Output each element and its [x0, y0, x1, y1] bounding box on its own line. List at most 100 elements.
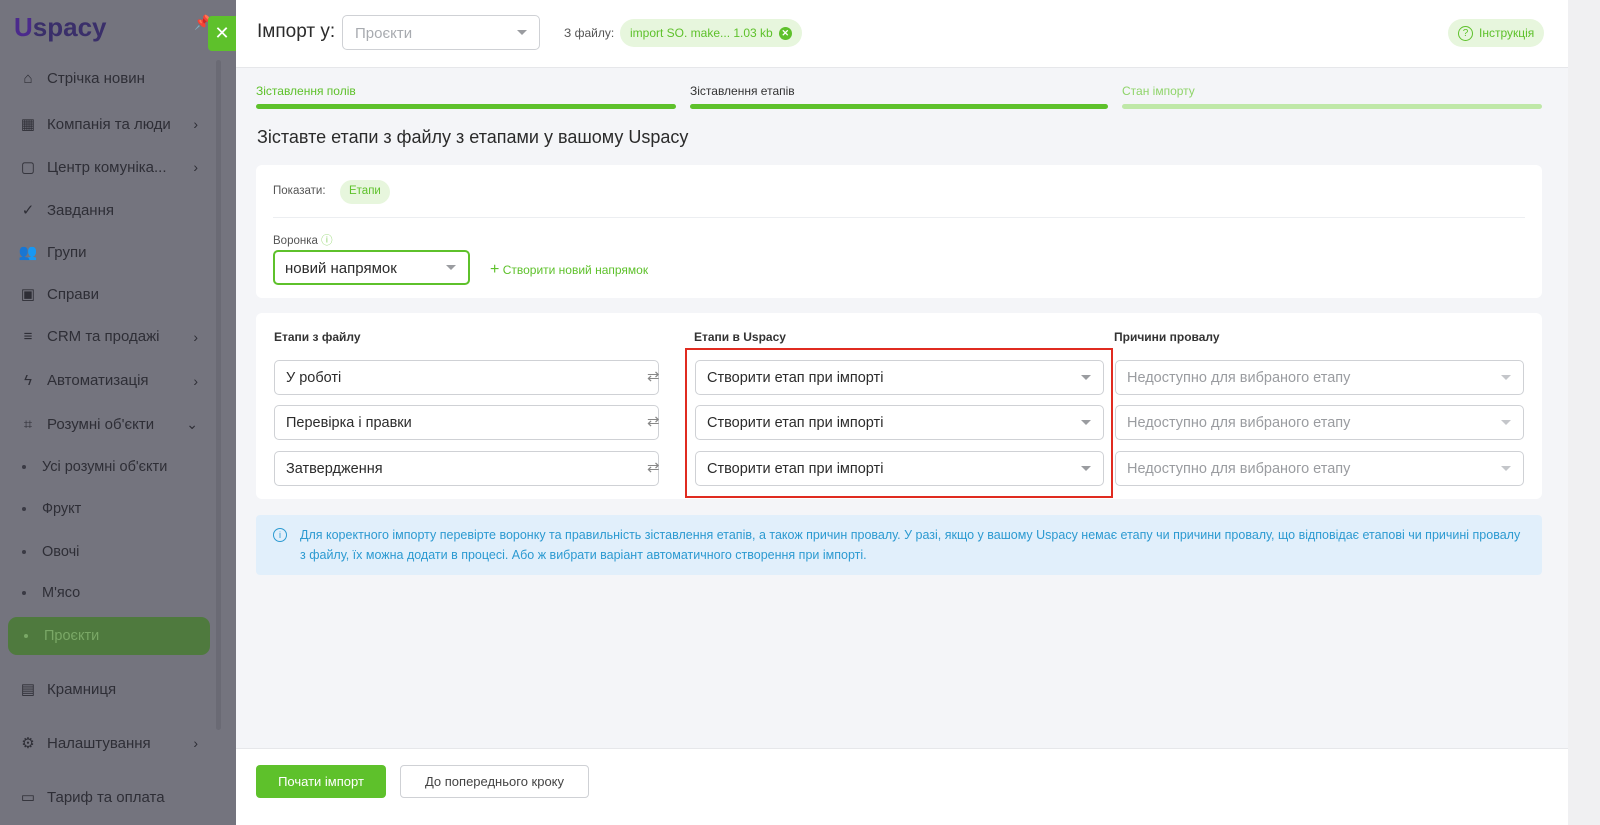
step-stages: Зіставлення етапів — [690, 84, 1108, 109]
select-placeholder: Проєкти — [355, 25, 413, 42]
import-panel: Імпорт у: Проєкти З файлу: import SO. ma… — [236, 0, 1568, 825]
failure-reason-select: Недоступно для вибраного етапу — [1115, 405, 1524, 440]
sidebar-item-automation[interactable]: ϟ Автоматизація › — [18, 372, 198, 389]
funnel-label: Воронка ⓘ — [273, 235, 333, 247]
step-fields: Зіставлення полів — [256, 84, 676, 109]
remove-file-icon[interactable]: ✕ — [778, 26, 792, 40]
sidebar-subitem[interactable]: Усі розумні об'єкти — [22, 459, 167, 475]
chevron-right-icon: › — [193, 372, 198, 389]
divider — [273, 217, 1525, 218]
file-stage-input[interactable]: Затвердження — [274, 451, 659, 486]
sidebar-item-store[interactable]: ▤ Крамниця — [18, 680, 198, 699]
step-status: Стан імпорту — [1122, 84, 1542, 109]
sidebar-item-label: Групи — [47, 243, 87, 261]
help-icon: ? — [1458, 25, 1473, 41]
info-banner: i Для коректного імпорту перевірте воронк… — [256, 515, 1542, 575]
swap-arrows-icon: ⇄ — [647, 413, 660, 430]
sidebar-item-communication[interactable]: ▢ Центр комуніка... › — [18, 158, 198, 177]
close-button[interactable]: ✕ — [208, 16, 236, 51]
chat-icon: ▢ — [20, 159, 36, 176]
users-icon: 👥 — [18, 244, 38, 261]
sidebar-subitem[interactable]: Овочі — [22, 544, 79, 560]
footer: Почати імпорт До попереднього кроку — [236, 748, 1568, 825]
step-progress-bar — [690, 104, 1108, 109]
sidebar-item-label: Стрічка новин — [47, 70, 145, 87]
step-progress-bar — [1122, 104, 1542, 109]
file-name: import SO. make... 1.03 kb — [630, 26, 773, 40]
swap-arrows-icon: ⇄ — [647, 368, 660, 385]
gear-icon: ⚙ — [21, 735, 35, 752]
header: Імпорт у: Проєкти З файлу: import SO. ma… — [236, 0, 1568, 68]
check-circle-icon: ✓ — [21, 202, 35, 219]
chevron-down-icon: ⌄ — [186, 416, 198, 432]
sidebar-subitem-label: Проєкти — [44, 628, 100, 644]
file-label: З файлу: — [564, 26, 615, 40]
sidebar-subitem[interactable]: М'ясо — [22, 585, 80, 601]
sidebar-item-label: Центр комуніка... — [47, 158, 167, 176]
caret-down-icon — [1501, 375, 1511, 380]
file-stage-input[interactable]: Перевірка і правки — [274, 405, 659, 440]
header-title: Імпорт у: — [257, 21, 336, 42]
import-target-select[interactable]: Проєкти — [342, 15, 540, 50]
sidebar-item-smart-objects[interactable]: ⌗ Розумні об'єкти ⌄ — [18, 416, 198, 433]
sidebar-item-label: Завдання — [47, 201, 114, 219]
failure-reason-select: Недоступно для вибраного етапу — [1115, 451, 1524, 486]
sidebar-item-groups[interactable]: 👥 Групи — [18, 243, 198, 262]
sidebar-item-tasks[interactable]: ✓ Завдання — [18, 201, 198, 220]
sidebar-item-company[interactable]: ▦ Компанія та люди › — [18, 115, 198, 134]
swap-arrows-icon: ⇄ — [647, 459, 660, 476]
sidebar-item-billing[interactable]: ▭ Тариф та оплата — [18, 788, 198, 807]
sidebar-subitem-label: Овочі — [42, 544, 80, 560]
smart-objects-icon: ⌗ — [23, 416, 33, 433]
sidebar-item-label: Автоматизація — [47, 372, 149, 389]
sidebar: Uspacy 📌 ⌂ Стрічка новин ▦ Компанія та люд… — [0, 0, 236, 825]
caret-down-icon — [517, 30, 527, 35]
select-value: Недоступно для вибраного етапу — [1127, 461, 1351, 477]
sidebar-scrollbar[interactable] — [216, 60, 221, 730]
sidebar-item-label: Справи — [47, 285, 99, 303]
chevron-right-icon: › — [193, 328, 198, 345]
step-progress-bar — [256, 104, 676, 109]
info-icon: i — [273, 528, 287, 542]
failure-reason-select: Недоступно для вибраного етапу — [1115, 360, 1524, 395]
step-label: Стан імпорту — [1122, 84, 1195, 98]
home-icon: ⌂ — [23, 70, 33, 87]
sidebar-subitem-label: Фрукт — [42, 501, 82, 517]
close-icon: ✕ — [214, 23, 230, 43]
caret-down-icon — [1501, 420, 1511, 425]
funnel-select[interactable]: новий напрямок — [273, 250, 470, 285]
sidebar-item-activities[interactable]: ▣ Справи — [18, 285, 198, 304]
caret-down-icon — [446, 265, 456, 270]
calendar-icon: ▣ — [20, 286, 36, 303]
previous-step-button[interactable]: До попереднього кроку — [400, 765, 589, 798]
store-icon: ▤ — [20, 681, 36, 698]
file-chip: import SO. make... 1.03 kb ✕ — [620, 19, 802, 47]
sidebar-subitem[interactable]: Фрукт — [22, 501, 81, 517]
create-funnel-link[interactable]: + Створити новий напрямок — [490, 261, 648, 279]
show-stages-chip[interactable]: Етапи — [340, 180, 390, 204]
file-stage-input[interactable]: У роботі — [274, 360, 659, 395]
database-icon: ≡ — [23, 328, 33, 345]
sidebar-item-crm[interactable]: ≡ CRM та продажі › — [18, 328, 198, 345]
lightning-icon: ϟ — [24, 372, 32, 389]
sidebar-item-settings[interactable]: ⚙ Налаштування › — [18, 734, 198, 753]
sidebar-subitem-active[interactable]: Проєкти — [8, 617, 210, 655]
instruction-button[interactable]: ? Інструкція — [1448, 19, 1545, 47]
select-value: Недоступно для вибраного етапу — [1127, 415, 1351, 431]
caret-down-icon — [1501, 466, 1511, 471]
select-value: Недоступно для вибраного етапу — [1127, 370, 1351, 386]
building-icon: ▦ — [20, 116, 36, 133]
chevron-right-icon: › — [193, 735, 198, 751]
sidebar-item-label: CRM та продажі — [47, 328, 160, 345]
sidebar-item-label: Крамниця — [47, 680, 117, 698]
highlight-box — [685, 348, 1113, 498]
start-import-button[interactable]: Почати імпорт — [256, 765, 386, 798]
sidebar-item-label: Тариф та оплата — [47, 788, 165, 806]
funnel-value: новий напрямок — [285, 260, 397, 277]
sidebar-item-news[interactable]: ⌂ Стрічка новин — [18, 70, 198, 87]
filter-card: Показати: Етапи Воронка ⓘ новий напрямок… — [256, 165, 1542, 298]
column-header: Причини провалу — [1114, 330, 1220, 344]
instruction-label: Інструкція — [1479, 26, 1535, 40]
wallet-icon: ▭ — [20, 789, 36, 806]
logo[interactable]: Uspacy — [14, 12, 107, 43]
